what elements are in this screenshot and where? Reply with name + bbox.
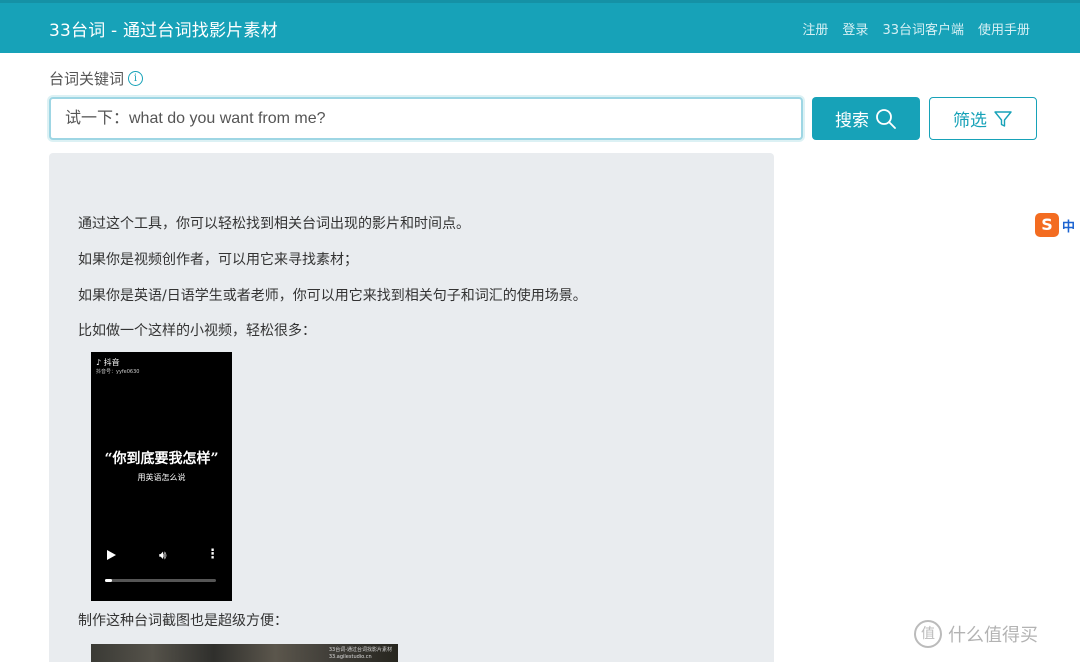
- demo-video[interactable]: ♪ 抖音 抖音号：yyfe0630 “你到底要我怎样” 用英语怎么说 🔊︎ ⋮: [91, 352, 232, 601]
- nav-register-link[interactable]: 注册: [802, 19, 828, 38]
- nav-client-link[interactable]: 33台词客户端: [882, 19, 964, 38]
- watermark-text: 什么值得买: [948, 625, 1038, 646]
- video-subtitle: 用英语怎么说: [137, 473, 186, 482]
- top-nav: 注册 登录 33台词客户端 使用手册: [802, 19, 1030, 38]
- search-button-label: 搜索: [835, 111, 869, 131]
- filter-button[interactable]: 筛选: [929, 97, 1037, 140]
- thumbnail-caption: 33台词-通过台词找影片素材 33.agilestudio.cn: [328, 647, 392, 660]
- keyword-label: 台词关键词: [49, 70, 125, 88]
- video-app-logo: ♪ 抖音: [96, 358, 120, 367]
- search-icon: [876, 108, 896, 129]
- intro-paragraph-3: 如果你是英语/日语学生或者老师，你可以用它来找到相关句子和词汇的使用场景。: [78, 288, 587, 304]
- intro-paragraph-2: 如果你是视频创作者，可以用它来寻找素材；: [78, 252, 358, 268]
- video-quote: “你到底要我怎样”: [104, 451, 219, 467]
- screenshot-thumbnail: 33台词-通过台词找影片素材 33.agilestudio.cn: [91, 644, 398, 662]
- intro-panel: 通过这个工具，你可以轻松找到相关台词出现的影片和时间点。 如果你是视频创作者，可…: [49, 153, 774, 662]
- watermark: 值 什么值得买: [914, 620, 1038, 648]
- watermark-logo-icon: 值: [914, 620, 942, 648]
- top-navbar: 33台词 - 通过台词找影片素材 注册 登录 33台词客户端 使用手册: [0, 0, 1080, 53]
- nav-manual-link[interactable]: 使用手册: [978, 19, 1030, 38]
- video-progress-bar[interactable]: [105, 579, 216, 582]
- more-options-icon[interactable]: ⋮: [206, 547, 219, 562]
- play-icon[interactable]: [107, 550, 116, 560]
- ime-language-label: 中: [1059, 215, 1076, 235]
- sogou-logo-icon: S: [1035, 213, 1059, 237]
- info-icon[interactable]: i: [128, 71, 144, 86]
- search-input[interactable]: [49, 97, 803, 140]
- keyword-label-row: 台词关键词 i: [49, 68, 144, 89]
- intro-paragraph-5: 制作这种台词截图也是超级方便：: [78, 613, 288, 629]
- ime-indicator[interactable]: S 中: [1035, 213, 1076, 237]
- filter-button-label: 筛选: [953, 111, 987, 131]
- search-button[interactable]: 搜索: [812, 97, 920, 140]
- video-progress-fill: [105, 579, 112, 582]
- video-account-id: 抖音号：yyfe0630: [96, 369, 140, 375]
- intro-paragraph-1: 通过这个工具，你可以轻松找到相关台词出现的影片和时间点。: [78, 216, 470, 232]
- intro-paragraph-4: 比如做一个这样的小视频，轻松很多：: [78, 323, 316, 339]
- filter-icon: [994, 110, 1012, 127]
- volume-icon[interactable]: 🔊︎: [159, 548, 167, 563]
- video-app-name: 抖音: [103, 358, 120, 367]
- nav-login-link[interactable]: 登录: [842, 19, 868, 38]
- brand-title[interactable]: 33台词 - 通过台词找影片素材: [49, 16, 278, 41]
